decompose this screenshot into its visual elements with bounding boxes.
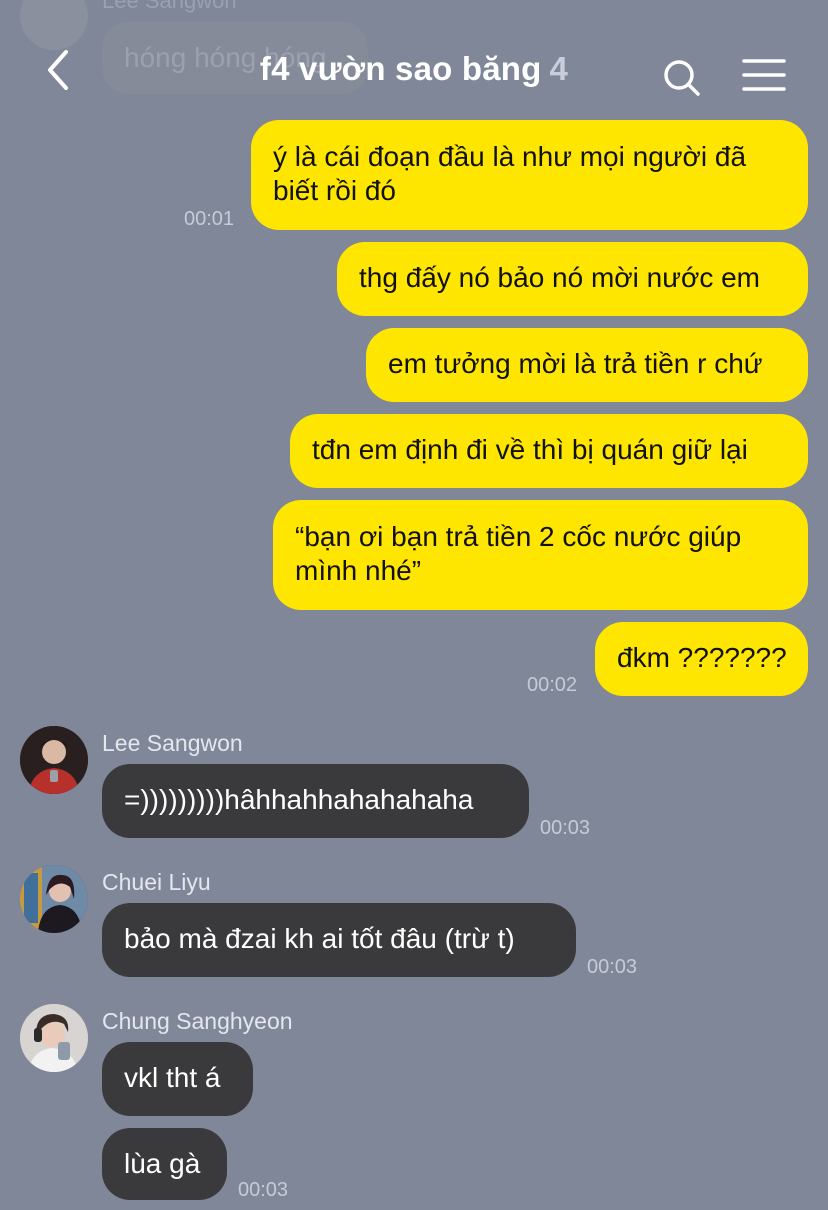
message-text-line: mình nhé” [295,555,422,586]
sender-name: Chung Sanghyeon [102,1008,293,1034]
avatar-image [20,865,88,933]
chat-name: f4 vườn sao băng [259,50,542,87]
incoming-message[interactable]: vkl tht á [102,1042,253,1116]
message-time: 00:03 [540,817,591,839]
avatar[interactable] [20,1004,88,1072]
outgoing-message[interactable]: tđn em định đi về thì bị quán giữ lại [290,414,808,488]
message-time: 00:01 [184,208,235,230]
message-text-line: “bạn ơi bạn trả tiền 2 cốc nước giúp [295,521,742,552]
avatar-image [20,726,88,794]
message-text-line: ý là cái đoạn đầu là như mọi người đã [273,141,747,172]
outgoing-message[interactable]: “bạn ơi bạn trả tiền 2 cốc nước giúp mìn… [273,500,808,610]
menu-button[interactable] [740,56,788,96]
message-time: 00:03 [587,956,638,978]
message-time: 00:03 [238,1179,289,1201]
outgoing-message[interactable]: em tưởng mời là trả tiền r chứ [366,328,808,402]
search-icon [664,60,700,96]
outgoing-message[interactable]: thg đấy nó bảo nó mời nước em [337,242,808,316]
incoming-message[interactable]: lùa gà [102,1128,227,1200]
sender-name: Lee Sangwon [102,730,243,756]
message-time: 00:02 [527,674,578,696]
hamburger-menu-icon [742,59,786,91]
outgoing-message[interactable]: ý là cái đoạn đầu là như mọi người đã bi… [251,120,808,230]
member-count: 4 [549,50,569,87]
avatar[interactable] [20,865,88,933]
incoming-message[interactable]: bảo mà đzai kh ai tốt đâu (trừ t) [102,903,576,977]
search-button[interactable] [660,56,704,100]
sender-name: Chuei Liyu [102,869,211,895]
avatar-image [20,1004,88,1072]
outgoing-message[interactable]: đkm ??????? [595,622,808,696]
avatar[interactable] [20,726,88,794]
message-text-line: biết rồi đó [273,175,396,206]
incoming-message[interactable]: =)))))))))hâhhahhahahahaha [102,764,529,838]
chat-header: f4 vườn sao băng 4 [0,0,828,120]
